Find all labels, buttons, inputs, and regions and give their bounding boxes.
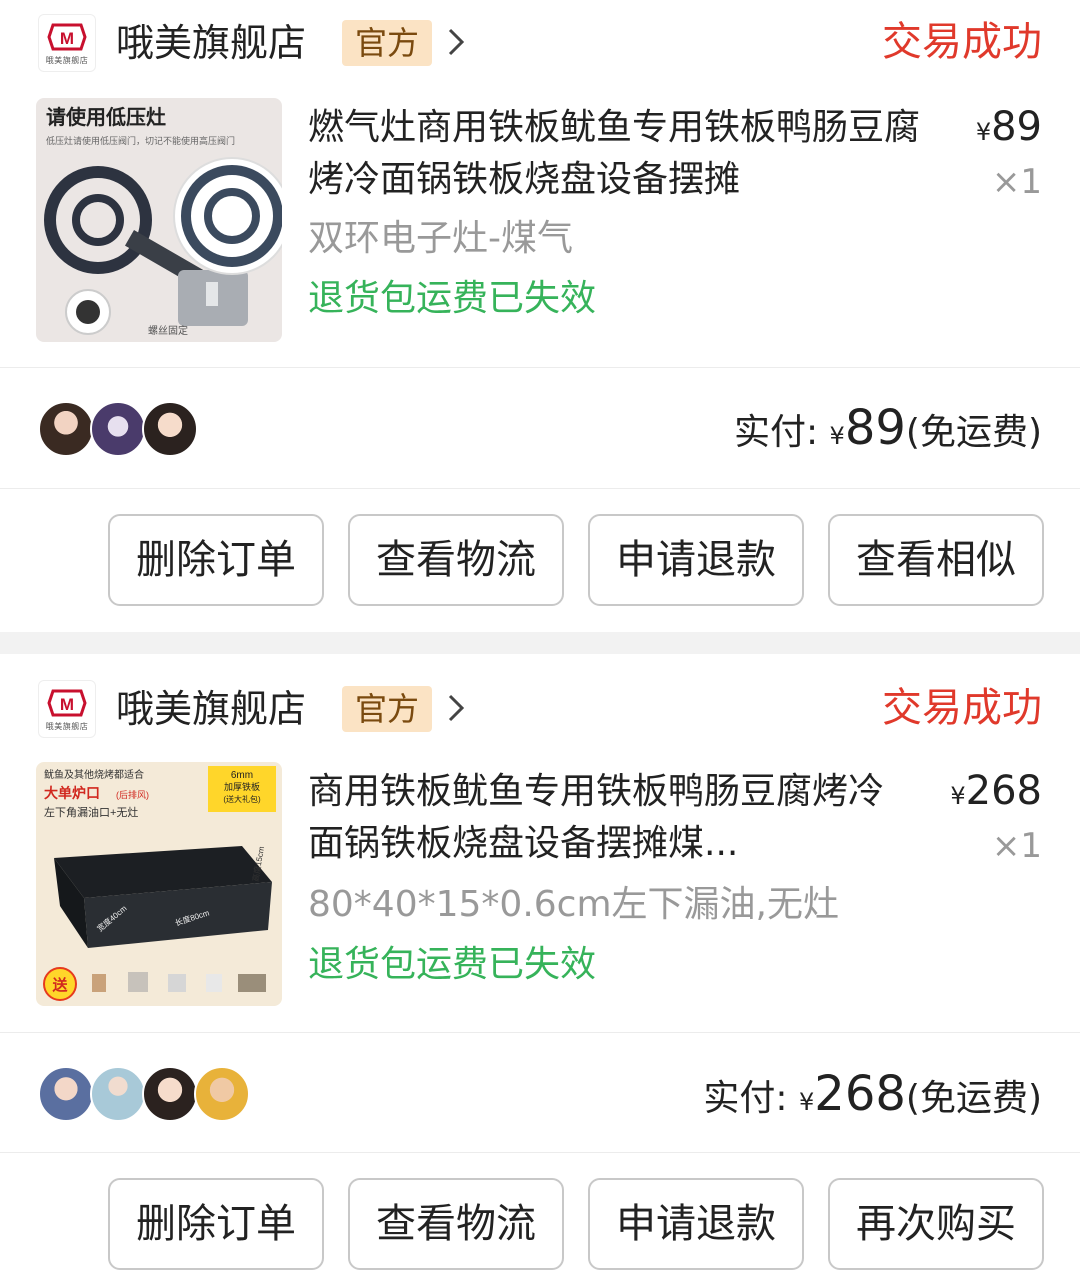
avatar bbox=[38, 1066, 94, 1122]
svg-text:加厚铁板: 加厚铁板 bbox=[224, 781, 260, 792]
product-spec: 80*40*15*0.6cm左下漏油,无灶 bbox=[308, 884, 839, 925]
currency-symbol: ¥ bbox=[799, 1088, 815, 1116]
view-logistics-button[interactable]: 查看物流 bbox=[348, 514, 564, 606]
svg-text:送: 送 bbox=[51, 976, 68, 994]
payment-total: 实付: ¥268(免运费) bbox=[703, 1064, 1042, 1132]
order-status: 交易成功 bbox=[882, 685, 1042, 731]
chevron-right-icon[interactable] bbox=[446, 24, 466, 60]
refund-note: 退货包运费已失效 bbox=[308, 278, 597, 319]
request-refund-button[interactable]: 申请退款 bbox=[588, 514, 804, 606]
order-separator bbox=[0, 632, 1080, 654]
svg-text:螺丝固定: 螺丝固定 bbox=[148, 324, 188, 337]
payment-total: 实付: ¥89(免运费) bbox=[734, 398, 1042, 466]
gas-burner-image: 请使用低压灶 低压灶请使用低压阀门，切记不能使用高压阀门 螺丝固定 bbox=[36, 98, 282, 342]
divider bbox=[0, 488, 1080, 489]
currency-symbol: ¥ bbox=[829, 422, 845, 450]
avatar bbox=[90, 1066, 146, 1122]
payment-amount: 268 bbox=[814, 1066, 906, 1122]
griddle-pan-image: 鱿鱼及其他烧烤都适合 大单炉口 (后排风) 左下角漏油口+无灶 6mm 加厚铁板… bbox=[36, 762, 282, 1006]
shop-logo-caption: 哦美旗舰店 bbox=[45, 55, 89, 65]
svg-text:(送大礼包): (送大礼包) bbox=[223, 794, 261, 804]
svg-text:(后排风): (后排风) bbox=[116, 789, 149, 800]
divider bbox=[0, 1032, 1080, 1033]
chevron-right-icon[interactable] bbox=[446, 690, 466, 726]
order-status: 交易成功 bbox=[882, 19, 1042, 65]
svg-text:M: M bbox=[60, 29, 74, 48]
product-quantity: ×1 bbox=[991, 826, 1042, 866]
avatar bbox=[142, 401, 198, 457]
avatar bbox=[142, 1066, 198, 1122]
svg-text:鱿鱼及其他烧烤都适合: 鱿鱼及其他烧烤都适合 bbox=[44, 768, 144, 781]
shop-logo-mark-icon: M bbox=[47, 23, 87, 50]
svg-text:大单炉口: 大单炉口 bbox=[44, 785, 100, 801]
payment-label: 实付: bbox=[703, 1078, 788, 1119]
official-badge: 官方 bbox=[342, 686, 432, 732]
product-image[interactable]: 鱿鱼及其他烧烤都适合 大单炉口 (后排风) 左下角漏油口+无灶 6mm 加厚铁板… bbox=[36, 762, 282, 1006]
product-price: ¥89 bbox=[976, 100, 1042, 159]
product-title[interactable]: 商用铁板鱿鱼专用铁板鸭肠豆腐烤冷面锅铁板烧盘设备摆摊煤... bbox=[308, 766, 908, 870]
official-badge: 官方 bbox=[342, 20, 432, 66]
svg-text:6mm: 6mm bbox=[231, 770, 253, 781]
currency-symbol: ¥ bbox=[975, 118, 992, 146]
shop-logo[interactable]: M 哦美旗舰店 bbox=[38, 14, 96, 72]
delete-order-button[interactable]: 删除订单 bbox=[108, 1178, 324, 1270]
order-card[interactable]: M 哦美旗舰店 哦美旗舰店 官方 交易成功 请使用低压灶 低压灶请使用低压阀门，… bbox=[0, 0, 1080, 632]
refund-note: 退货包运费已失效 bbox=[308, 944, 597, 985]
payment-amount: 89 bbox=[844, 400, 906, 456]
product-spec: 双环电子灶-煤气 bbox=[308, 218, 573, 259]
svg-text:左下角漏油口+无灶: 左下角漏油口+无灶 bbox=[44, 805, 138, 819]
shipping-note: (免运费) bbox=[905, 1078, 1042, 1119]
request-refund-button[interactable]: 申请退款 bbox=[588, 1178, 804, 1270]
avatar bbox=[90, 401, 146, 457]
shop-logo[interactable]: M 哦美旗舰店 bbox=[38, 680, 96, 738]
svg-text:M: M bbox=[60, 695, 74, 714]
delete-order-button[interactable]: 删除订单 bbox=[108, 514, 324, 606]
shop-name[interactable]: 哦美旗舰店 bbox=[116, 18, 306, 68]
divider bbox=[0, 367, 1080, 368]
svg-text:请使用低压灶: 请使用低压灶 bbox=[46, 105, 166, 129]
shipping-note: (免运费) bbox=[905, 412, 1042, 453]
view-similar-button[interactable]: 查看相似 bbox=[828, 514, 1044, 606]
svg-text:低压灶请使用低压阀门，切记不能使用高压阀门: 低压灶请使用低压阀门，切记不能使用高压阀门 bbox=[46, 135, 235, 146]
view-logistics-button[interactable]: 查看物流 bbox=[348, 1178, 564, 1270]
product-title[interactable]: 燃气灶商用铁板鱿鱼专用铁板鸭肠豆腐烤冷面锅铁板烧盘设备摆摊 bbox=[308, 102, 948, 206]
price-value: 89 bbox=[991, 104, 1042, 150]
avatar bbox=[38, 401, 94, 457]
order-card[interactable]: M 哦美旗舰店 哦美旗舰店 官方 交易成功 鱿鱼及其他烧烤都适合 大单炉口 (后… bbox=[0, 654, 1080, 1286]
payment-label: 实付: bbox=[733, 412, 819, 453]
currency-symbol: ¥ bbox=[950, 782, 966, 810]
product-quantity: ×1 bbox=[991, 162, 1042, 202]
product-price: ¥268 bbox=[950, 764, 1042, 823]
avatar bbox=[194, 1066, 250, 1122]
shop-logo-mark-icon: M bbox=[47, 689, 87, 716]
divider bbox=[0, 1152, 1080, 1153]
product-image[interactable]: 请使用低压灶 低压灶请使用低压阀门，切记不能使用高压阀门 螺丝固定 bbox=[36, 98, 282, 342]
price-value: 268 bbox=[965, 768, 1042, 814]
shop-name[interactable]: 哦美旗舰店 bbox=[116, 684, 306, 734]
buy-again-button[interactable]: 再次购买 bbox=[828, 1178, 1044, 1270]
shop-logo-caption: 哦美旗舰店 bbox=[45, 721, 89, 731]
